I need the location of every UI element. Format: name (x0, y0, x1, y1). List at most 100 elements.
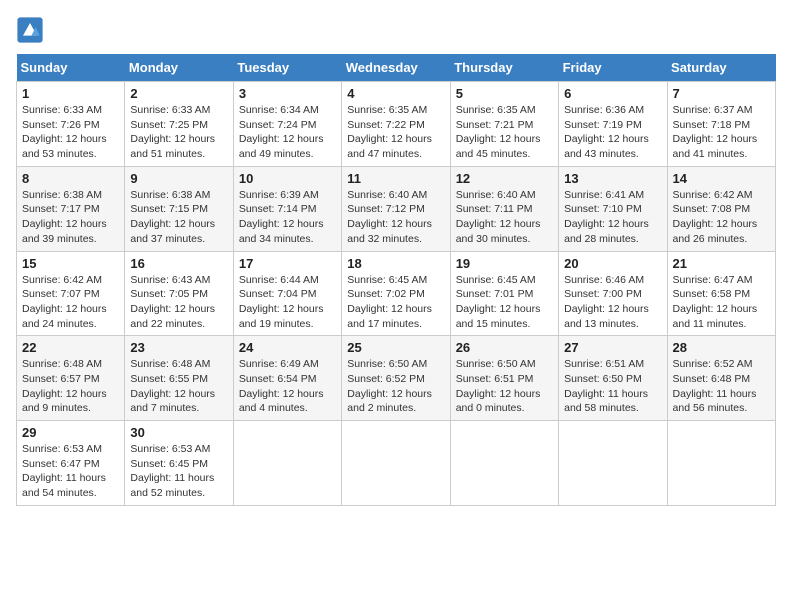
day-info: Sunrise: 6:53 AM Sunset: 6:47 PM Dayligh… (22, 442, 119, 501)
day-cell (233, 421, 341, 506)
day-number: 7 (673, 86, 770, 101)
day-number: 29 (22, 425, 119, 440)
day-info: Sunrise: 6:41 AM Sunset: 7:10 PM Dayligh… (564, 188, 661, 247)
week-row-2: 8 Sunrise: 6:38 AM Sunset: 7:17 PM Dayli… (17, 166, 776, 251)
day-cell: 25 Sunrise: 6:50 AM Sunset: 6:52 PM Dayl… (342, 336, 450, 421)
day-cell: 1 Sunrise: 6:33 AM Sunset: 7:26 PM Dayli… (17, 82, 125, 167)
day-cell: 14 Sunrise: 6:42 AM Sunset: 7:08 PM Dayl… (667, 166, 775, 251)
day-cell: 15 Sunrise: 6:42 AM Sunset: 7:07 PM Dayl… (17, 251, 125, 336)
day-info: Sunrise: 6:51 AM Sunset: 6:50 PM Dayligh… (564, 357, 661, 416)
header-cell-tuesday: Tuesday (233, 54, 341, 82)
day-info: Sunrise: 6:40 AM Sunset: 7:11 PM Dayligh… (456, 188, 553, 247)
logo-icon (16, 16, 44, 44)
day-info: Sunrise: 6:46 AM Sunset: 7:00 PM Dayligh… (564, 273, 661, 332)
day-cell: 18 Sunrise: 6:45 AM Sunset: 7:02 PM Dayl… (342, 251, 450, 336)
day-cell: 29 Sunrise: 6:53 AM Sunset: 6:47 PM Dayl… (17, 421, 125, 506)
day-number: 13 (564, 171, 661, 186)
day-number: 14 (673, 171, 770, 186)
day-number: 8 (22, 171, 119, 186)
week-row-4: 22 Sunrise: 6:48 AM Sunset: 6:57 PM Dayl… (17, 336, 776, 421)
header-row: SundayMondayTuesdayWednesdayThursdayFrid… (17, 54, 776, 82)
day-cell: 24 Sunrise: 6:49 AM Sunset: 6:54 PM Dayl… (233, 336, 341, 421)
day-cell: 7 Sunrise: 6:37 AM Sunset: 7:18 PM Dayli… (667, 82, 775, 167)
day-info: Sunrise: 6:35 AM Sunset: 7:21 PM Dayligh… (456, 103, 553, 162)
day-info: Sunrise: 6:44 AM Sunset: 7:04 PM Dayligh… (239, 273, 336, 332)
day-cell: 10 Sunrise: 6:39 AM Sunset: 7:14 PM Dayl… (233, 166, 341, 251)
day-number: 18 (347, 256, 444, 271)
day-info: Sunrise: 6:40 AM Sunset: 7:12 PM Dayligh… (347, 188, 444, 247)
header-cell-thursday: Thursday (450, 54, 558, 82)
day-info: Sunrise: 6:39 AM Sunset: 7:14 PM Dayligh… (239, 188, 336, 247)
day-cell: 3 Sunrise: 6:34 AM Sunset: 7:24 PM Dayli… (233, 82, 341, 167)
day-number: 11 (347, 171, 444, 186)
day-info: Sunrise: 6:38 AM Sunset: 7:17 PM Dayligh… (22, 188, 119, 247)
day-info: Sunrise: 6:35 AM Sunset: 7:22 PM Dayligh… (347, 103, 444, 162)
day-number: 6 (564, 86, 661, 101)
header-cell-saturday: Saturday (667, 54, 775, 82)
day-number: 23 (130, 340, 227, 355)
logo (16, 16, 48, 44)
day-cell: 17 Sunrise: 6:44 AM Sunset: 7:04 PM Dayl… (233, 251, 341, 336)
day-info: Sunrise: 6:38 AM Sunset: 7:15 PM Dayligh… (130, 188, 227, 247)
day-info: Sunrise: 6:50 AM Sunset: 6:52 PM Dayligh… (347, 357, 444, 416)
day-number: 10 (239, 171, 336, 186)
header-cell-wednesday: Wednesday (342, 54, 450, 82)
day-cell: 13 Sunrise: 6:41 AM Sunset: 7:10 PM Dayl… (559, 166, 667, 251)
day-cell: 5 Sunrise: 6:35 AM Sunset: 7:21 PM Dayli… (450, 82, 558, 167)
day-cell: 26 Sunrise: 6:50 AM Sunset: 6:51 PM Dayl… (450, 336, 558, 421)
day-cell: 19 Sunrise: 6:45 AM Sunset: 7:01 PM Dayl… (450, 251, 558, 336)
day-number: 28 (673, 340, 770, 355)
day-cell: 22 Sunrise: 6:48 AM Sunset: 6:57 PM Dayl… (17, 336, 125, 421)
week-row-3: 15 Sunrise: 6:42 AM Sunset: 7:07 PM Dayl… (17, 251, 776, 336)
day-number: 19 (456, 256, 553, 271)
day-cell: 28 Sunrise: 6:52 AM Sunset: 6:48 PM Dayl… (667, 336, 775, 421)
day-cell (450, 421, 558, 506)
day-number: 16 (130, 256, 227, 271)
day-info: Sunrise: 6:33 AM Sunset: 7:25 PM Dayligh… (130, 103, 227, 162)
day-cell: 12 Sunrise: 6:40 AM Sunset: 7:11 PM Dayl… (450, 166, 558, 251)
day-info: Sunrise: 6:48 AM Sunset: 6:57 PM Dayligh… (22, 357, 119, 416)
day-cell (559, 421, 667, 506)
day-number: 5 (456, 86, 553, 101)
day-cell: 16 Sunrise: 6:43 AM Sunset: 7:05 PM Dayl… (125, 251, 233, 336)
header-cell-friday: Friday (559, 54, 667, 82)
week-row-5: 29 Sunrise: 6:53 AM Sunset: 6:47 PM Dayl… (17, 421, 776, 506)
day-info: Sunrise: 6:43 AM Sunset: 7:05 PM Dayligh… (130, 273, 227, 332)
day-cell: 8 Sunrise: 6:38 AM Sunset: 7:17 PM Dayli… (17, 166, 125, 251)
day-cell (342, 421, 450, 506)
day-cell: 21 Sunrise: 6:47 AM Sunset: 6:58 PM Dayl… (667, 251, 775, 336)
header-cell-monday: Monday (125, 54, 233, 82)
day-number: 27 (564, 340, 661, 355)
day-number: 1 (22, 86, 119, 101)
day-cell: 2 Sunrise: 6:33 AM Sunset: 7:25 PM Dayli… (125, 82, 233, 167)
day-info: Sunrise: 6:48 AM Sunset: 6:55 PM Dayligh… (130, 357, 227, 416)
day-info: Sunrise: 6:37 AM Sunset: 7:18 PM Dayligh… (673, 103, 770, 162)
day-info: Sunrise: 6:53 AM Sunset: 6:45 PM Dayligh… (130, 442, 227, 501)
day-info: Sunrise: 6:47 AM Sunset: 6:58 PM Dayligh… (673, 273, 770, 332)
day-cell: 9 Sunrise: 6:38 AM Sunset: 7:15 PM Dayli… (125, 166, 233, 251)
day-cell: 23 Sunrise: 6:48 AM Sunset: 6:55 PM Dayl… (125, 336, 233, 421)
day-number: 20 (564, 256, 661, 271)
header (16, 16, 776, 44)
day-cell (667, 421, 775, 506)
day-info: Sunrise: 6:52 AM Sunset: 6:48 PM Dayligh… (673, 357, 770, 416)
day-info: Sunrise: 6:33 AM Sunset: 7:26 PM Dayligh… (22, 103, 119, 162)
day-info: Sunrise: 6:49 AM Sunset: 6:54 PM Dayligh… (239, 357, 336, 416)
day-info: Sunrise: 6:36 AM Sunset: 7:19 PM Dayligh… (564, 103, 661, 162)
day-info: Sunrise: 6:42 AM Sunset: 7:08 PM Dayligh… (673, 188, 770, 247)
day-number: 21 (673, 256, 770, 271)
day-cell: 30 Sunrise: 6:53 AM Sunset: 6:45 PM Dayl… (125, 421, 233, 506)
day-number: 12 (456, 171, 553, 186)
day-number: 4 (347, 86, 444, 101)
header-cell-sunday: Sunday (17, 54, 125, 82)
day-number: 30 (130, 425, 227, 440)
day-info: Sunrise: 6:45 AM Sunset: 7:01 PM Dayligh… (456, 273, 553, 332)
day-number: 22 (22, 340, 119, 355)
day-cell: 20 Sunrise: 6:46 AM Sunset: 7:00 PM Dayl… (559, 251, 667, 336)
day-number: 26 (456, 340, 553, 355)
day-number: 24 (239, 340, 336, 355)
day-cell: 4 Sunrise: 6:35 AM Sunset: 7:22 PM Dayli… (342, 82, 450, 167)
calendar-table: SundayMondayTuesdayWednesdayThursdayFrid… (16, 54, 776, 506)
day-cell: 27 Sunrise: 6:51 AM Sunset: 6:50 PM Dayl… (559, 336, 667, 421)
day-info: Sunrise: 6:50 AM Sunset: 6:51 PM Dayligh… (456, 357, 553, 416)
